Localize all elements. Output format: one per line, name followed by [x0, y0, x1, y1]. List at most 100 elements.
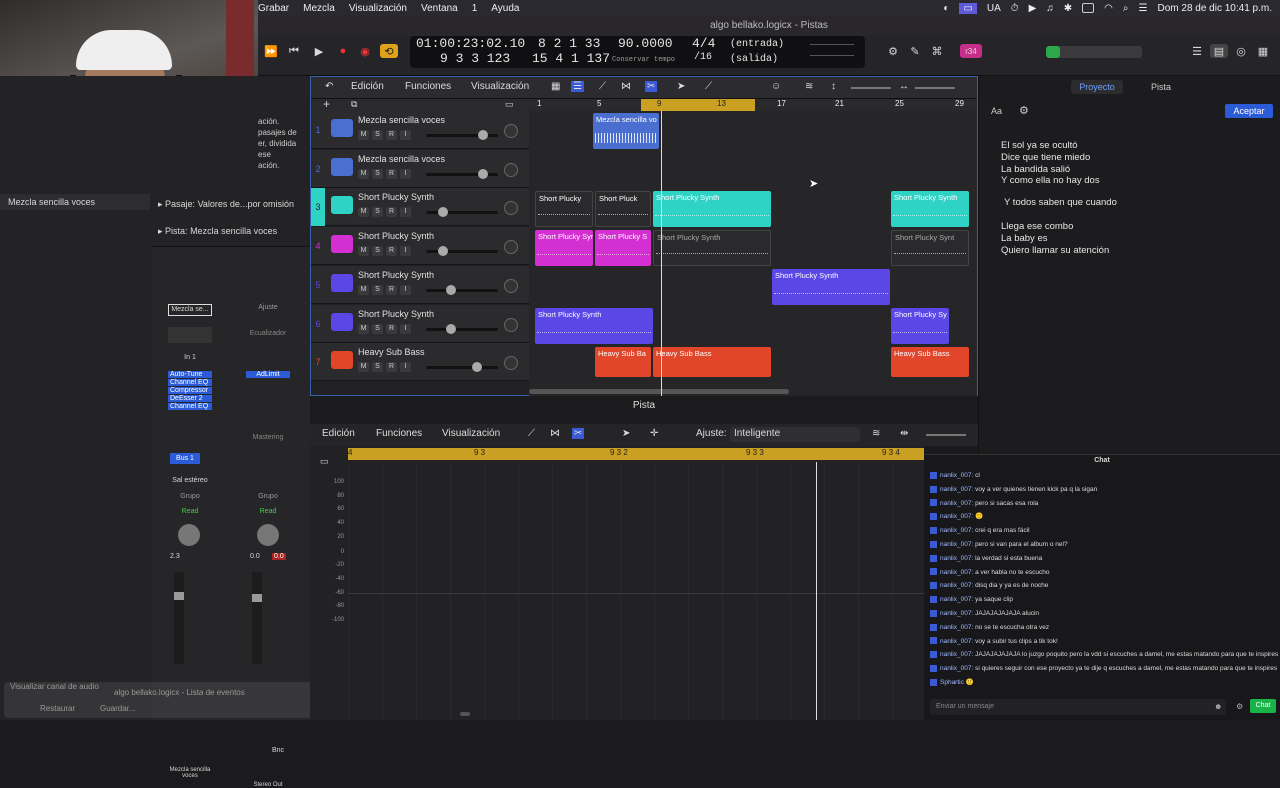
record-enable-button[interactable]: R	[386, 130, 397, 140]
record-enable-button[interactable]: R	[386, 207, 397, 218]
menu-mezcla[interactable]: Mezcla	[303, 3, 335, 14]
strip1-eq-thumb[interactable]	[168, 327, 212, 343]
plugin-slot[interactable]: DeEsser 2	[168, 395, 212, 402]
midi-region[interactable]: Heavy Sub Bass	[653, 347, 771, 377]
volume-slider[interactable]	[426, 207, 498, 218]
track-header[interactable]: 7 Heavy Sub Bass MSRI	[311, 343, 529, 382]
pencil-tool-icon[interactable]: ⟋	[705, 81, 712, 92]
editor-pointer-icon[interactable]: ➤	[622, 428, 630, 439]
visualizacion-menu[interactable]: Visualización	[471, 81, 529, 92]
focus-icon[interactable]: ⏱	[1011, 3, 1019, 14]
record-button[interactable]: ●	[334, 44, 352, 58]
instrument-icon[interactable]	[331, 235, 353, 254]
volume-slider[interactable]	[426, 284, 498, 295]
list-view-icon[interactable]: ☰	[571, 81, 584, 92]
instrument-icon[interactable]	[331, 157, 353, 176]
midi-region[interactable]: Short Pluck	[595, 191, 651, 227]
solo-button[interactable]: S	[372, 168, 383, 179]
track-name[interactable]: Heavy Sub Bass	[358, 347, 425, 357]
midi-region[interactable]: Short Plucky Synt	[891, 230, 969, 266]
music-icon[interactable]: ♫	[1046, 3, 1054, 14]
metronome-icon[interactable]: ⌘	[928, 44, 946, 58]
clock[interactable]: Dom 28 de dic 10:41 p.m.	[1157, 3, 1272, 14]
chat-username[interactable]: nanlix_007:	[940, 569, 973, 576]
strip2-automation[interactable]: Read	[246, 508, 290, 515]
track-name[interactable]: Mezcla sencilla voces	[358, 115, 445, 125]
midi-region[interactable]: Short Plucky Synth	[653, 191, 771, 227]
wifi-icon[interactable]: ◠	[1104, 3, 1113, 14]
midi-region[interactable]: Short Plucky Synth	[535, 308, 653, 344]
pan-knob[interactable]	[504, 317, 518, 332]
volume-slider[interactable]	[426, 246, 498, 257]
strip1-fader[interactable]	[174, 572, 184, 664]
record-enable-button[interactable]: R	[386, 362, 397, 373]
horizontal-scrollbar[interactable]	[529, 389, 789, 394]
pista-row[interactable]: ▸ Pista: Mezcla sencilla voces	[158, 226, 277, 237]
strip2-fader[interactable]	[252, 572, 262, 664]
input-monitor-button[interactable]: I	[400, 130, 411, 140]
editor-ruler[interactable]: 4 9 3 9 3 2 9 3 3 9 3 4	[348, 448, 924, 460]
pan-knob[interactable]	[504, 278, 518, 293]
record-enable-button[interactable]: R	[386, 168, 397, 179]
track-header[interactable]: 1 Mezcla sencilla voces MSRI	[311, 111, 529, 149]
record-enable-button[interactable]: R	[386, 246, 397, 257]
track-header[interactable]: 6 Short Plucky Synth MSRI	[311, 304, 529, 343]
instrument-icon[interactable]	[331, 273, 353, 292]
record-enable-button[interactable]: R	[386, 284, 397, 295]
strip1-name[interactable]: Mezcla se...	[168, 304, 212, 316]
input-monitor-button[interactable]: I	[400, 207, 411, 218]
waveform-icon[interactable]: ≋	[872, 428, 880, 439]
mute-button[interactable]: M	[358, 168, 369, 179]
control-center-icon[interactable]: ☰	[1139, 3, 1148, 14]
duplicate-track-icon[interactable]: ⧉	[351, 99, 357, 110]
instrument-icon[interactable]	[331, 312, 353, 331]
loop-browser-icon[interactable]: ◎	[1232, 44, 1250, 58]
strip1-output[interactable]: Sal estéreo	[168, 477, 212, 484]
add-track-icon[interactable]: +	[323, 97, 330, 111]
midi-region[interactable]: Short Plucky Syn	[535, 230, 593, 266]
edicion-menu[interactable]: Edición	[351, 81, 384, 92]
bounce-button[interactable]: Bnc	[272, 747, 284, 754]
midi-region[interactable]: Short Plucky Synth	[891, 191, 969, 227]
track-header[interactable]: 5 Short Plucky Synth MSRI	[311, 265, 529, 304]
to-start-icon[interactable]: ⏮	[285, 44, 303, 58]
pan-knob[interactable]	[504, 124, 518, 138]
midi-region[interactable]: Short Plucky Sy	[891, 308, 949, 344]
forward-icon[interactable]: ⏩	[262, 44, 280, 58]
chat-input[interactable]: Enviar un mensaje	[930, 699, 1226, 715]
mute-button[interactable]: M	[358, 130, 369, 140]
notepad-icon[interactable]: ▤	[1210, 44, 1228, 58]
editor-flex-icon[interactable]: ⋈	[550, 428, 560, 439]
instrument-icon[interactable]	[331, 196, 353, 215]
lyrics-text[interactable]: El sol ya se ocultó Dice que tiene miedo…	[1001, 140, 1117, 256]
mute-button[interactable]: M	[358, 284, 369, 295]
global-tracks-icon[interactable]: ▭	[505, 99, 514, 110]
midi-region[interactable]: Short Plucky S	[595, 230, 651, 266]
strip1-bus[interactable]: Bus 1	[170, 453, 200, 464]
menu-grabar[interactable]: Grabar	[258, 3, 289, 14]
bar-ruler[interactable]: 1 5 9 13 17 21 25 29	[529, 99, 977, 111]
catch-icon[interactable]: ▭	[320, 456, 329, 467]
keyboard-layout[interactable]: UA	[987, 3, 1001, 14]
replace-record-icon[interactable]: ◉	[356, 44, 374, 58]
midi-region[interactable]: Short Plucky Synth	[653, 230, 771, 266]
track-name[interactable]: Short Plucky Synth	[358, 231, 434, 241]
back-icon[interactable]: ↶	[325, 81, 333, 92]
battery-icon[interactable]	[1082, 3, 1095, 13]
menu-visualizacion[interactable]: Visualización	[349, 3, 407, 14]
tuner-icon[interactable]: ⚙	[884, 44, 902, 58]
plugin-slot[interactable]: Channel EQ	[168, 403, 212, 410]
chat-username[interactable]: nanlix_007:	[940, 527, 973, 534]
editor-automation-icon[interactable]: ⟋	[528, 428, 535, 439]
editor-playhead[interactable]	[816, 462, 817, 720]
chat-username[interactable]: nanlix_007:	[940, 541, 973, 548]
chat-username[interactable]: nanlix_007:	[940, 665, 973, 672]
volume-slider[interactable]	[426, 362, 498, 373]
midi-region[interactable]: Heavy Sub Bass	[891, 347, 969, 377]
cycle-button[interactable]: ⟲	[380, 44, 398, 58]
master-volume[interactable]	[1046, 46, 1142, 58]
instrument-icon[interactable]	[331, 119, 353, 137]
automation-icon[interactable]: ⟋	[599, 81, 606, 92]
flex-icon[interactable]: ⋈	[621, 81, 631, 92]
solo-button[interactable]: S	[372, 323, 383, 334]
